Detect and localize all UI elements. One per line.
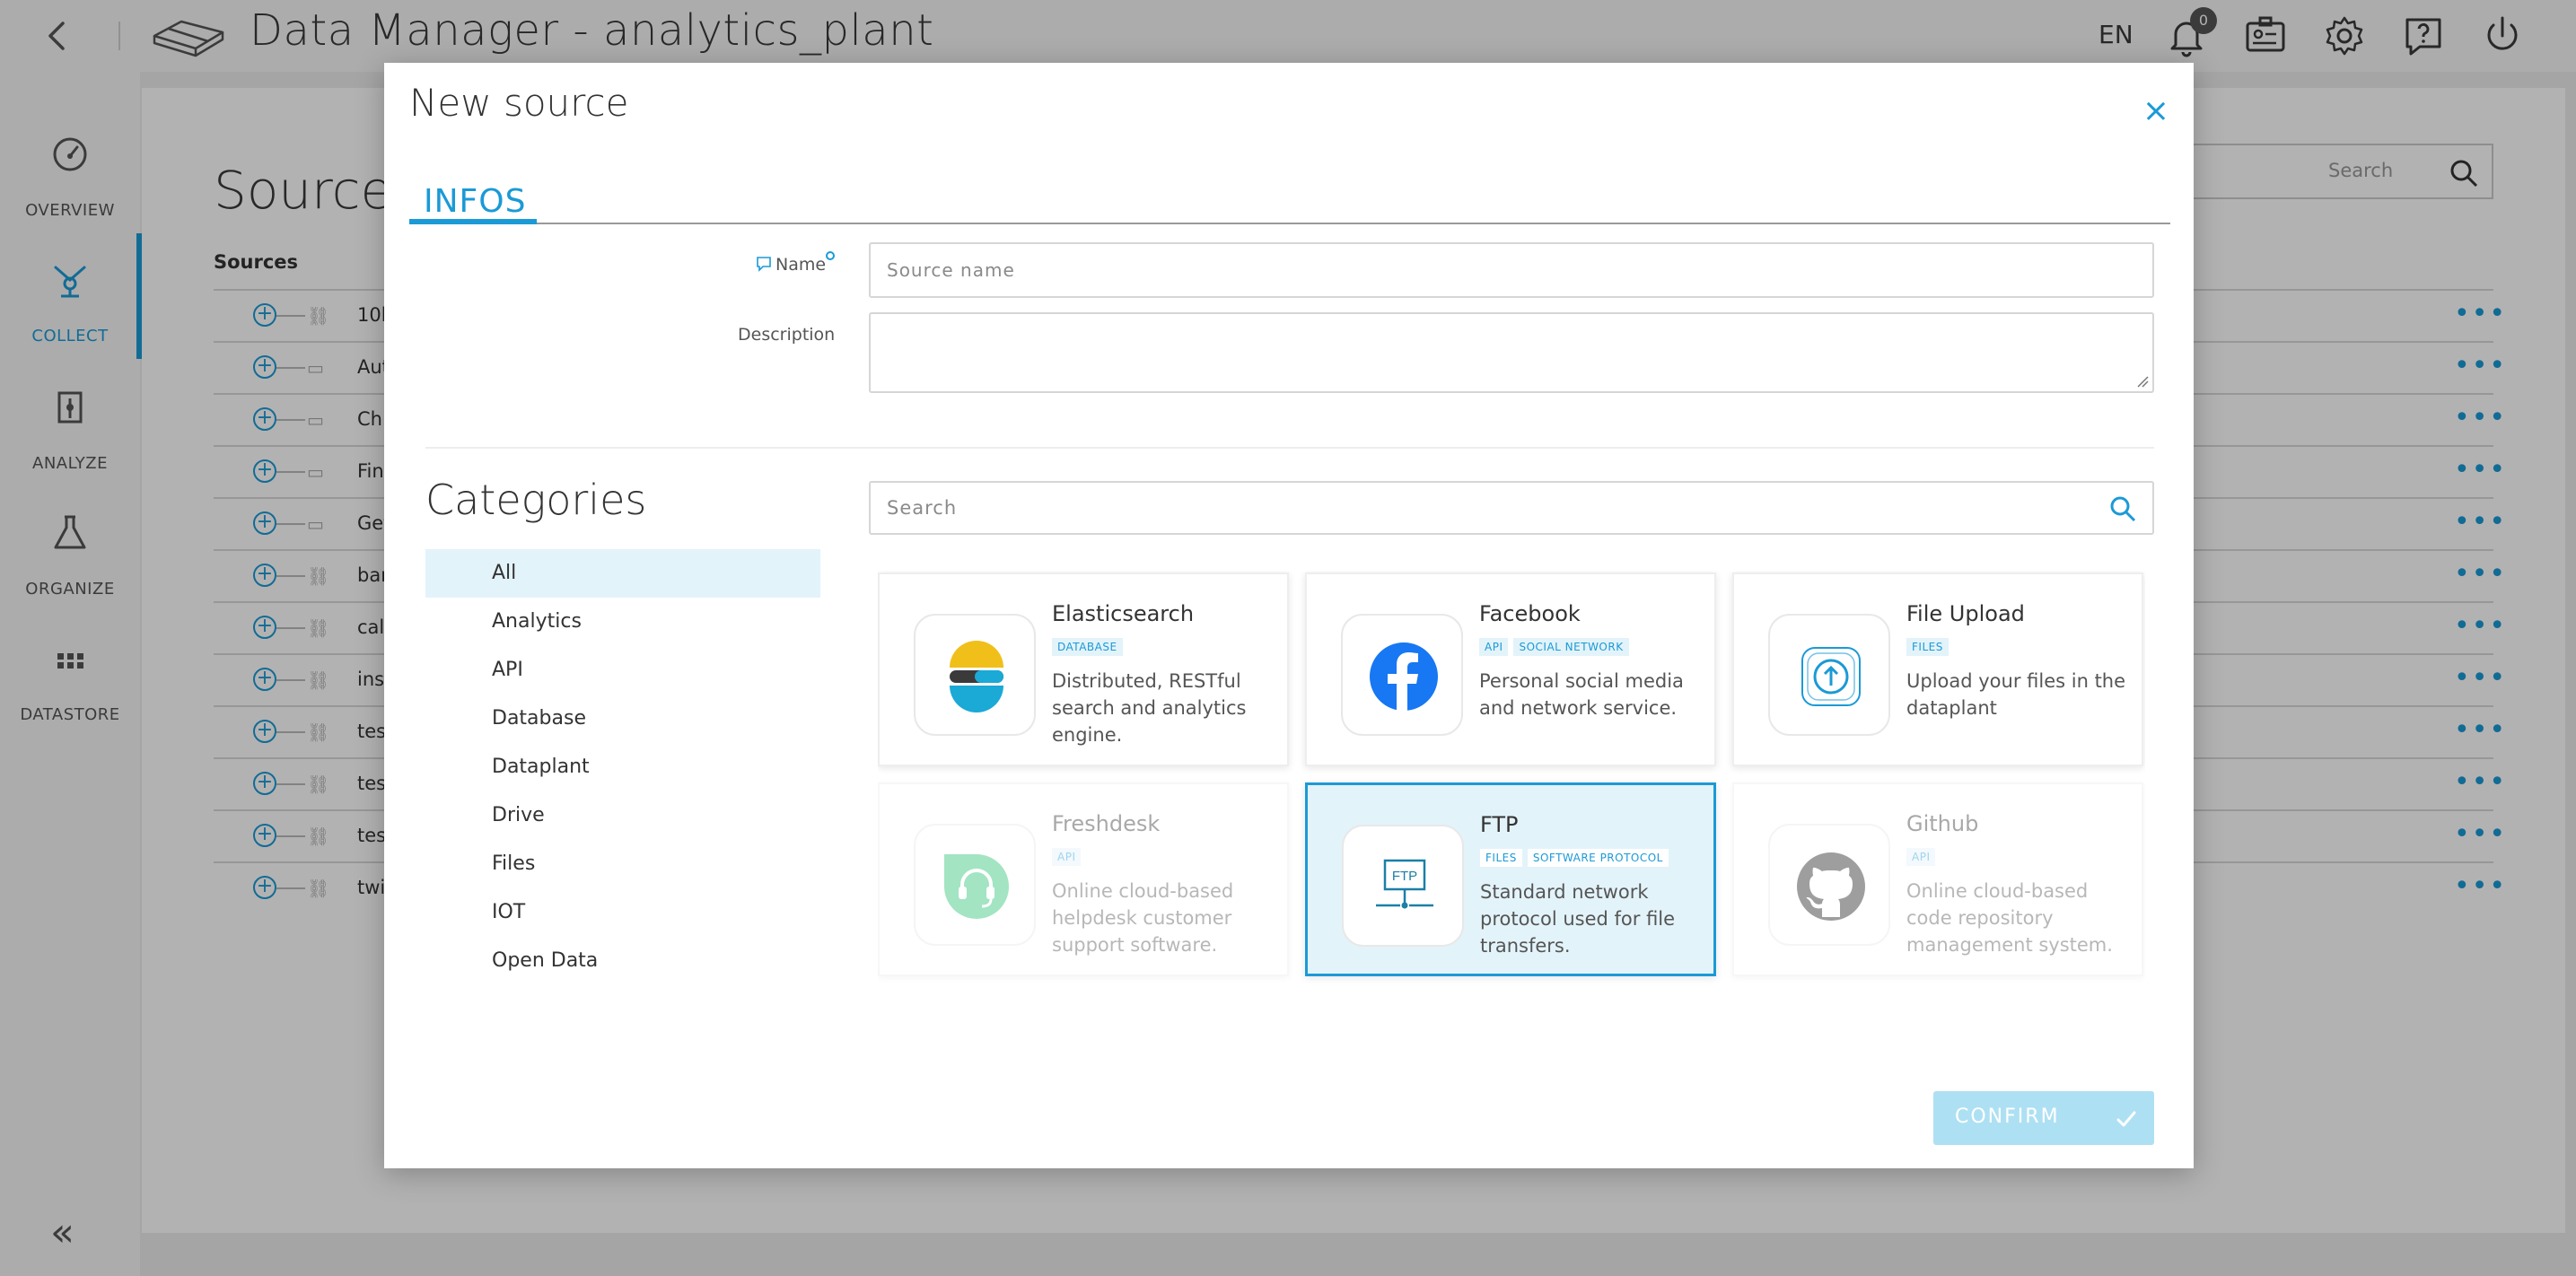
source-card-name: File Upload [1906, 601, 2025, 626]
new-source-modal: New source × INFOS Name Source name Desc… [384, 63, 2194, 1168]
category-item[interactable]: API [425, 646, 820, 695]
name-label-text: Name [775, 255, 827, 275]
source-card-name: Github [1906, 811, 1979, 836]
source-card-tags: API [1906, 847, 1941, 866]
source-card-github: Github API Online cloud-based code reposit… [1732, 782, 2143, 976]
source-cards-grid: Elasticsearch DATABASE Distributed, RESTfu… [878, 571, 2145, 1050]
close-icon[interactable]: × [2140, 95, 2172, 127]
source-card-description: Personal social media and network servic… [1479, 670, 1684, 719]
category-label: All [492, 562, 517, 584]
category-tag: API [1906, 848, 1936, 866]
tab-bar-line [409, 223, 2170, 224]
source-card-tags: FILES [1906, 637, 1954, 656]
source-card-elasticsearch[interactable]: Elasticsearch DATABASE Distributed, RESTfu… [878, 572, 1289, 766]
category-tag: API [1052, 848, 1082, 866]
source-card-file-upload[interactable]: File Upload FILES Upload your files in the… [1732, 572, 2143, 766]
info-bubble-icon [756, 256, 772, 272]
category-label: Database [492, 707, 586, 730]
categories-list: All Analytics API Database Dataplant Drive Fil… [425, 549, 820, 985]
source-card-tags: API [1052, 847, 1086, 866]
category-item[interactable]: Open Data [425, 937, 820, 985]
category-tag: SOCIAL NETWORK [1513, 638, 1629, 656]
category-label: IOT [492, 901, 526, 923]
required-indicator [826, 251, 835, 260]
category-label: Dataplant [492, 756, 590, 778]
category-tag: FILES [1480, 849, 1522, 867]
ftp-logo-text: FTP [1392, 869, 1417, 884]
category-item[interactable]: IOT [425, 888, 820, 937]
category-item[interactable]: Analytics [425, 598, 820, 646]
source-card-tags: DATABASE [1052, 637, 1128, 656]
description-field-label: Description [738, 325, 836, 345]
tab-infos-label: INFOS [424, 183, 527, 220]
ftp-logo-icon: FTP [1342, 825, 1464, 947]
source-card-tags: FILES SOFTWARE PROTOCOL [1480, 848, 1674, 867]
github-logo-icon [1768, 824, 1890, 946]
source-card-name: Facebook [1479, 601, 1581, 626]
category-label: Drive [492, 804, 545, 826]
category-item[interactable]: Dataplant [425, 743, 820, 791]
category-label: Files [492, 852, 536, 875]
confirm-button[interactable]: CONFIRM [1933, 1091, 2154, 1145]
name-field-label: Name [756, 255, 826, 275]
source-card-freshdesk: Freshdesk API Online cloud-based helpdesk … [878, 782, 1289, 976]
category-item[interactable]: Database [425, 695, 820, 743]
tab-infos[interactable]: INFOS [409, 179, 537, 224]
source-card-name: FTP [1480, 812, 1519, 837]
source-card-description: Upload your files in the dataplant [1906, 670, 2126, 719]
category-label: API [492, 659, 523, 681]
source-card-description: Online cloud-based helpdesk customer sup… [1052, 880, 1234, 956]
source-name-input[interactable]: Source name [869, 242, 2154, 298]
category-item[interactable]: Drive [425, 791, 820, 840]
source-card-description: Distributed, RESTful search and analytic… [1052, 670, 1247, 746]
category-tag: API [1479, 638, 1509, 656]
source-card-facebook[interactable]: Facebook API SOCIAL NETWORK Personal social… [1305, 572, 1716, 766]
category-label: Open Data [492, 949, 599, 972]
category-tag: SOFTWARE PROTOCOL [1527, 849, 1669, 867]
freshdesk-logo-icon [914, 824, 1036, 946]
category-label: Analytics [492, 610, 582, 633]
source-search-placeholder: Search [887, 497, 958, 519]
source-card-tags: API SOCIAL NETWORK [1479, 637, 1634, 656]
modal-title: New source [409, 81, 629, 125]
check-icon [2116, 1111, 2136, 1127]
file-upload-logo-icon [1768, 614, 1890, 736]
categories-title: Categories [425, 476, 647, 524]
category-tag: DATABASE [1052, 638, 1123, 656]
source-card-description: Online cloud-based code repository manag… [1906, 880, 2113, 956]
resize-handle-icon[interactable] [2136, 375, 2149, 388]
source-card-ftp[interactable]: FTP FTP FILES SOFTWARE PROTOCOL Standard net… [1305, 782, 1716, 976]
source-search-input[interactable]: Search [869, 481, 2154, 535]
category-item[interactable]: Files [425, 840, 820, 888]
category-tag: FILES [1906, 638, 1949, 656]
source-card-description: Standard network protocol used for file … [1480, 881, 1676, 957]
search-icon [2110, 496, 2136, 522]
elasticsearch-logo-icon [914, 614, 1036, 736]
section-divider [425, 447, 2154, 449]
confirm-label: CONFIRM [1955, 1106, 2060, 1128]
source-card-name: Freshdesk [1052, 811, 1161, 836]
category-item[interactable]: All [425, 549, 820, 598]
source-card-name: Elasticsearch [1052, 601, 1195, 626]
source-name-placeholder: Source name [887, 259, 1015, 281]
description-textarea[interactable] [869, 312, 2154, 393]
facebook-logo-icon [1341, 614, 1463, 736]
